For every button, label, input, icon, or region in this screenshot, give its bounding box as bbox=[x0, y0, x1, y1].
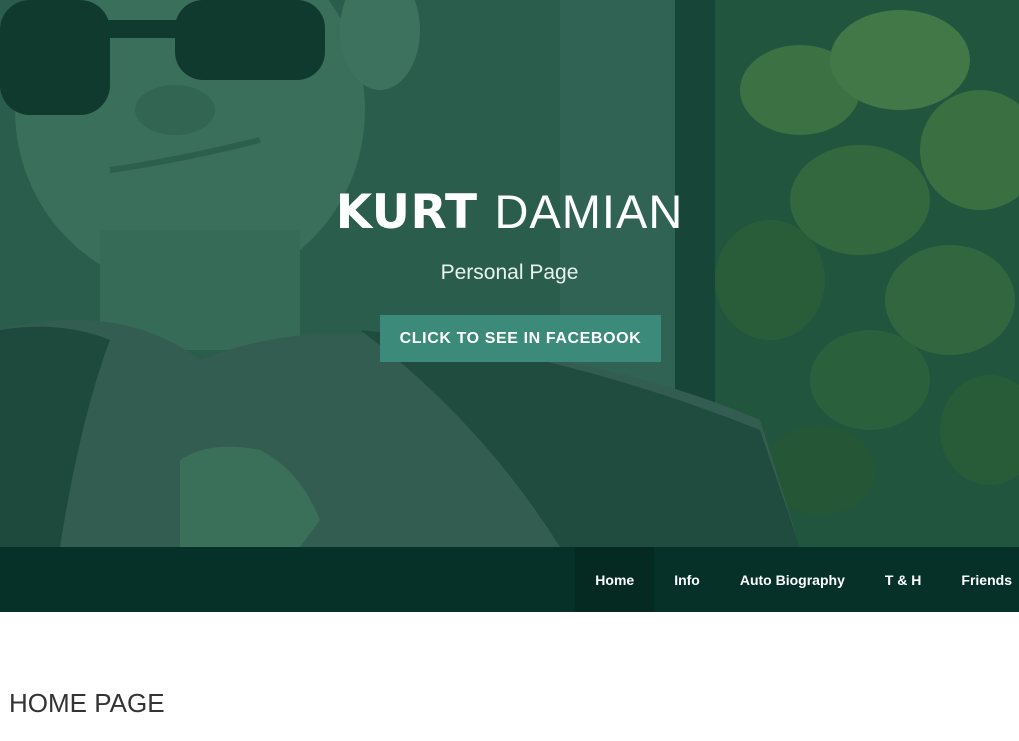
nav-item-t-and-h[interactable]: T & H bbox=[865, 547, 942, 612]
hero-title: KURT DAMIAN bbox=[0, 184, 1019, 241]
nav-menu: Home Info Auto Biography T & H Friends bbox=[575, 547, 1019, 612]
nav-item-home[interactable]: Home bbox=[575, 547, 655, 612]
page-heading: HOME PAGE bbox=[9, 688, 165, 718]
hero-section: KURT DAMIAN Personal Page CLICK TO SEE I… bbox=[0, 0, 1019, 547]
main-navbar: Home Info Auto Biography T & H Friends bbox=[0, 547, 1019, 612]
nav-item-auto-biography[interactable]: Auto Biography bbox=[720, 547, 865, 612]
nav-item-info[interactable]: Info bbox=[654, 547, 720, 612]
hero-title-first-name: KURT bbox=[335, 185, 478, 240]
hero-subtitle: Personal Page bbox=[440, 261, 579, 284]
nav-item-friends[interactable]: Friends bbox=[941, 547, 1019, 612]
hero-title-last-name: DAMIAN bbox=[494, 185, 684, 238]
facebook-link-button[interactable]: CLICK TO SEE IN FACEBOOK bbox=[380, 315, 661, 362]
